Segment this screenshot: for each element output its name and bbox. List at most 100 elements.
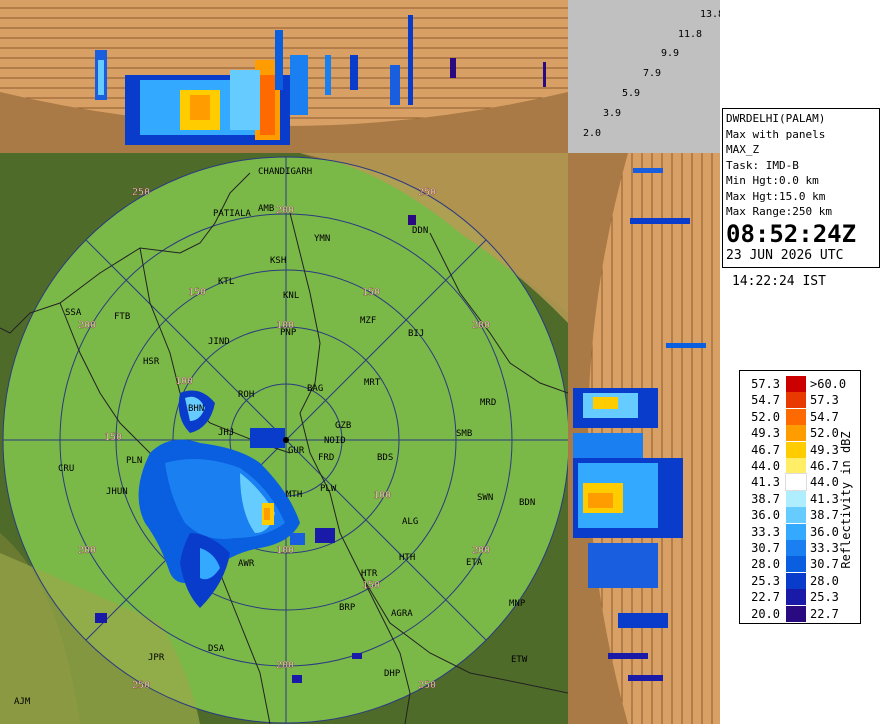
city-label: BRP [339, 603, 356, 613]
city-label: FRD [318, 453, 334, 463]
city-label: HTH [399, 553, 415, 563]
city-label: GUR [288, 446, 305, 456]
city-label: PATIALA [213, 209, 252, 219]
city-label: DDN [412, 226, 428, 236]
ring-200-se-label: 200 [472, 545, 490, 556]
city-label: JHUN [106, 487, 128, 497]
legend-low-value: 28.0 [751, 557, 780, 572]
ring-200-e-label: 200 [472, 320, 490, 331]
legend-low-value: 57.3 [751, 377, 780, 391]
city-label: CRU [58, 464, 74, 474]
legend-color-swatch [786, 376, 806, 392]
station-info-box: DWRDELHI(PALAM) Max with panels MAX_Z Ta… [722, 108, 880, 268]
ring-250-ne-label: 250 [418, 187, 436, 198]
legend-color-swatch [786, 572, 806, 589]
legend-low-value: 54.7 [751, 393, 780, 408]
height-label: 2.0 [583, 128, 602, 139]
product-name: Max with panels [726, 127, 826, 141]
city-label: SWN [477, 493, 493, 503]
ring-100-e-label: 100 [373, 490, 391, 501]
legend-low-value: 38.7 [751, 491, 780, 506]
height-label: 7.9 [643, 68, 662, 79]
legend-low-value: 36.0 [751, 508, 780, 523]
ring-250-sw-label: 250 [132, 680, 150, 691]
legend-color-swatch [786, 392, 806, 409]
legend-color-swatch [786, 556, 806, 573]
city-label: AJM [14, 697, 31, 707]
city-label: KSH [270, 256, 286, 266]
city-label: BDN [519, 498, 535, 508]
city-label: ROH [238, 390, 254, 400]
city-label: GZB [335, 421, 351, 431]
height-label: 9.9 [661, 48, 680, 59]
station-name: DWRDELHI(PALAM) [726, 112, 826, 125]
height-label: 5.9 [622, 88, 641, 99]
city-label: MRT [364, 378, 381, 388]
ring-250-nw-label: 250 [132, 187, 150, 198]
legend-high-value: 25.3 [810, 590, 839, 605]
radar-map-svg: 250 250 250 250 200 200 200 200 200 200 … [0, 153, 568, 724]
radar-ppi-map: 250 250 250 250 200 200 200 200 200 200 … [0, 153, 568, 724]
ring-150-w-label: 150 [104, 432, 122, 443]
reflectivity-legend: 57.3 >60.0 54.7 57.3 52.0 54.7 49.3 52.0 46.7 49.… [739, 370, 861, 624]
city-label: JPR [148, 653, 165, 663]
ring-150-s-label: 150 [362, 580, 380, 591]
height-label: 13.8 [700, 9, 720, 20]
city-label: PLN [126, 456, 142, 466]
city-label: JIND [208, 337, 230, 347]
city-label: AWR [238, 559, 255, 569]
legend-high-value: 28.0 [810, 573, 839, 588]
legend-color-swatch [786, 589, 806, 606]
legend-color-swatch [786, 540, 806, 556]
ring-200-s-label: 200 [276, 660, 294, 671]
city-label: ALG [402, 517, 418, 527]
observation-time-utc: 08:52:24Z [726, 219, 857, 248]
city-label: SMB [456, 429, 472, 439]
city-label: SSA [65, 308, 82, 318]
ring-200-sw-label: 200 [78, 545, 96, 556]
city-label: BDS [377, 453, 393, 463]
city-label: BIJ [408, 329, 424, 339]
legend-color-swatch [786, 441, 806, 458]
city-label: AGRA [391, 609, 413, 619]
city-label: CHANDIGARH [258, 167, 312, 177]
legend-low-value: 41.3 [751, 475, 780, 490]
city-label: ETW [511, 655, 528, 665]
legend-low-value: 33.3 [751, 524, 780, 539]
product-code: MAX_Z [726, 143, 760, 156]
observation-time-ist: 14:22:24 IST [732, 274, 826, 289]
task-label: Task: IMD-B [726, 158, 799, 172]
ring-150-ne-label: 150 [362, 287, 380, 298]
legend-color-swatch [786, 605, 806, 622]
height-label: 3.9 [603, 108, 622, 119]
city-label: MRD [480, 398, 496, 408]
city-label: KTL [218, 277, 234, 287]
city-label: BAG [307, 384, 323, 394]
city-label: JHJ [218, 428, 234, 438]
city-label: YMN [314, 234, 330, 244]
height-profile-east-svg [568, 153, 720, 724]
city-label: NOID [324, 436, 346, 446]
legend-low-value: 20.0 [751, 606, 780, 621]
legend-color-swatch [786, 523, 806, 540]
ring-200-w-label: 200 [78, 320, 96, 331]
city-label: DSA [208, 644, 225, 654]
city-label: MNP [509, 599, 526, 609]
legend-low-value: 49.3 [751, 426, 780, 441]
max-height: Max Hgt:15.0 km [726, 189, 826, 203]
legend-low-value: 22.7 [751, 590, 780, 605]
ring-100-s-label: 100 [276, 545, 294, 556]
legend-color-swatch [786, 425, 806, 442]
legend-title-wrap: Reflectivity in dBZ [836, 431, 853, 571]
legend-high-value: 57.3 [810, 393, 839, 408]
legend-low-value: 52.0 [751, 409, 780, 424]
city-label: KNL [283, 291, 299, 301]
east-west-height-profile-panel [568, 153, 720, 724]
city-label: FTB [114, 312, 130, 322]
legend-title: Reflectivity in dBZ [839, 431, 853, 569]
min-height: Min Hgt:0.0 km [726, 174, 819, 187]
ring-100-w-label: 100 [175, 376, 193, 387]
legend-color-swatch [786, 458, 806, 474]
observation-date-utc: 23 JUN 2026 UTC [726, 247, 844, 263]
ring-150-nw-label: 150 [188, 287, 206, 298]
